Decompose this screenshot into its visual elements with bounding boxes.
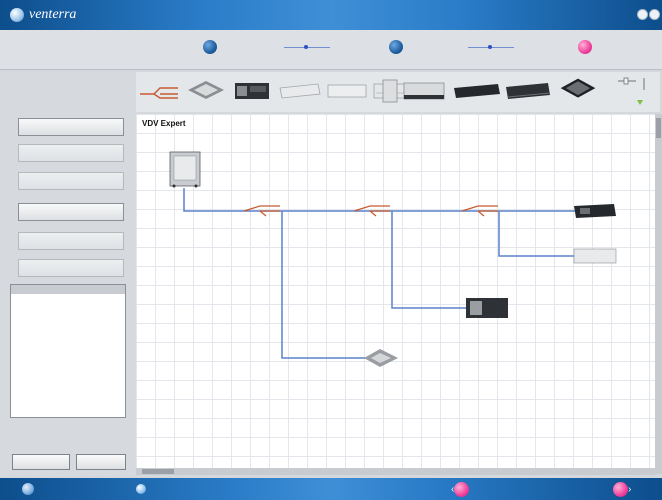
cassette-icon[interactable] (554, 76, 602, 102)
sidebar-button-2[interactable] (18, 144, 124, 162)
wall-unit-icon[interactable] (326, 78, 368, 104)
group-list[interactable] (10, 284, 126, 418)
zoom-control[interactable] (614, 76, 654, 106)
step-connector (284, 45, 330, 49)
wall-unit-icon[interactable] (402, 78, 446, 104)
indoor-unit-3[interactable] (466, 298, 508, 318)
workflow-stepper (0, 30, 662, 70)
vertical-scrollbar[interactable] (655, 114, 662, 474)
next-icon (613, 481, 628, 497)
horizontal-scrollbar[interactable] (136, 468, 655, 475)
branch-pipe (391, 211, 466, 309)
indoor-unit-1[interactable] (364, 349, 398, 367)
slim-duct-icon[interactable] (452, 78, 502, 104)
bottom-bar: ‹ › (0, 478, 662, 500)
indoor-unit-4[interactable] (574, 204, 616, 218)
branch-pipe (498, 211, 576, 257)
cassette-icon[interactable] (186, 78, 226, 104)
next-button[interactable]: › (613, 481, 639, 497)
back-button[interactable]: ‹ (451, 481, 477, 497)
scroll-thumb[interactable] (656, 118, 661, 138)
indoor-unit-2[interactable] (573, 248, 617, 264)
app-name: venterra (29, 7, 77, 22)
sidebar-button-4[interactable] (18, 203, 124, 221)
list-header[interactable] (11, 285, 125, 294)
chevron-right-icon: › (628, 483, 632, 495)
duct-unit-icon[interactable] (504, 78, 552, 104)
ducted-unit-icon[interactable] (232, 78, 272, 104)
logo-icon (10, 8, 24, 22)
close-icon[interactable] (649, 9, 660, 20)
floor-unit-icon[interactable] (380, 78, 400, 104)
help-icon (136, 484, 146, 494)
title-bar: venterra (0, 0, 662, 30)
system-diagram-canvas[interactable]: VDV Expert (136, 114, 656, 468)
sidebar-button-3[interactable] (18, 172, 124, 190)
minimize-icon[interactable] (637, 9, 648, 20)
step-1-icon[interactable] (203, 40, 217, 54)
menu-button[interactable] (22, 483, 59, 495)
help-button[interactable] (136, 483, 151, 495)
step-2-icon[interactable] (389, 40, 403, 54)
wall-unit-icon[interactable] (278, 78, 322, 104)
branch-pipe (281, 211, 366, 359)
outdoor-unit[interactable] (169, 151, 201, 188)
sidebar-button-5[interactable] (18, 232, 124, 250)
scroll-thumb[interactable] (142, 469, 174, 474)
step-connector (468, 45, 514, 49)
equipment-palette (136, 72, 660, 112)
calculate-button[interactable] (12, 454, 70, 470)
list-item[interactable] (11, 294, 125, 303)
sidebar-button-6[interactable] (18, 259, 124, 277)
left-panel (0, 72, 136, 476)
refnet-pipe-icon[interactable] (140, 84, 178, 100)
menu-icon (22, 483, 34, 495)
main-pipe (183, 188, 581, 212)
sidebar-button-1[interactable] (18, 118, 124, 136)
piping-diagram (169, 151, 617, 367)
app-logo: venterra (10, 7, 76, 23)
step-3-icon[interactable] (578, 40, 592, 54)
details-button[interactable] (76, 454, 126, 470)
back-icon (454, 481, 470, 497)
